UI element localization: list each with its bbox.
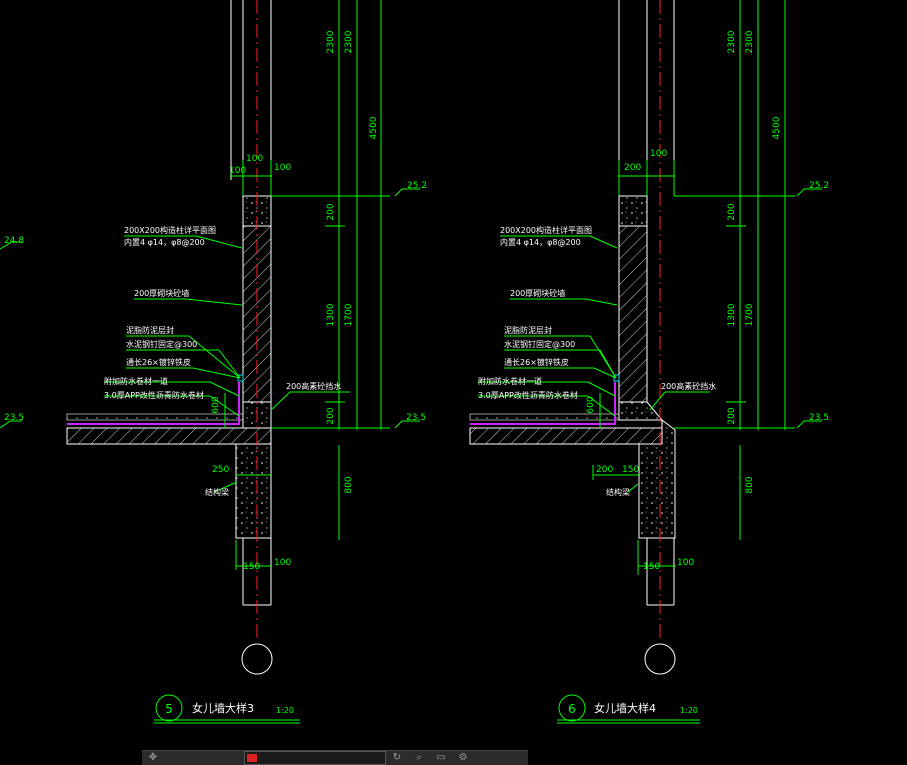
viewer-toolbar: ✥ ↻ ⌕ ▭ ⚙ (142, 750, 528, 765)
detail-5 (0, 0, 420, 724)
dim-text: 150 (243, 562, 260, 572)
level-text: 23.5 (4, 413, 24, 423)
dim-text: 600 (211, 396, 221, 413)
parapet-wall (618, 225, 648, 403)
dim-text: 200 (727, 407, 737, 424)
detail-number: 5 (165, 702, 173, 716)
detail-scale: 1:20 (680, 706, 698, 715)
dim-text: 100 (274, 558, 291, 568)
note-text: 通长26×镀锌铁皮 (504, 357, 569, 367)
dim-text: 150 (643, 562, 660, 572)
note-text: 附加防水卷材一道 (478, 376, 542, 386)
note-text: 200X200构造柱详平面图 (500, 225, 592, 235)
note-text: 水泥钢钉固定@300 (126, 339, 197, 349)
detail-title: 女儿墙大样3 (192, 701, 254, 715)
dim-text: 200 (596, 465, 613, 475)
dim-text: 2300 (745, 30, 755, 53)
level-text: 24.8 (4, 236, 24, 246)
dim-text: 1300 (727, 303, 737, 326)
layer-color-icon (247, 754, 257, 762)
dim-text: 250 (212, 465, 229, 475)
pan-icon[interactable]: ✥ (146, 752, 160, 764)
screed-layer (469, 413, 620, 421)
dim-text: 2300 (326, 30, 336, 53)
note-text: 泥脂防泥层封 (126, 325, 174, 335)
detail-number: 6 (568, 702, 576, 716)
dim-text: 800 (745, 476, 755, 493)
note-text: 3.0厚APP改性沥青防水卷材 (104, 390, 204, 400)
note-text: 3.0厚APP改性沥青防水卷材 (478, 390, 578, 400)
dim-text: 200 (727, 203, 737, 220)
dim-text: 1700 (745, 303, 755, 326)
dim-text: 200 (326, 407, 336, 424)
axis-bubble (644, 643, 676, 675)
cad-drawing[interactable]: 2300 2300 4500 200 1300 1700 200 600 800… (0, 0, 907, 764)
note-text: 200高素砼挡水 (286, 381, 341, 391)
note-text: 泥脂防泥层封 (504, 325, 552, 335)
curb (618, 401, 664, 421)
dim-text: 100 (274, 163, 291, 173)
note-text: 结构梁 (606, 487, 630, 497)
note-text: 内置4 φ14，φ8@200 (124, 237, 205, 247)
dim-text: 150 (622, 465, 639, 475)
coping-beam (618, 195, 648, 227)
dim-text: 1700 (344, 303, 354, 326)
note-text: 结构梁 (205, 487, 229, 497)
level-text: 23.5 (809, 413, 829, 423)
dim-text: 1300 (326, 303, 336, 326)
dim-text: 4500 (369, 116, 379, 139)
level-text: 23.5 (406, 413, 426, 423)
note-text: 水泥钢钉固定@300 (504, 339, 575, 349)
note-text: 200高素砼挡水 (661, 381, 716, 391)
detail-scale: 1:20 (276, 706, 294, 715)
axis-bubble (241, 643, 273, 675)
roof-slab (469, 427, 663, 445)
note-text: 内置4 φ14，φ8@200 (500, 237, 581, 247)
note-text: 通长26×镀锌铁皮 (126, 357, 191, 367)
level-text: 25.2 (809, 181, 829, 191)
dim-text: 200 (326, 203, 336, 220)
zoom-icon[interactable]: ⌕ (412, 752, 426, 764)
dim-text: 100 (650, 149, 667, 159)
layer-field[interactable] (244, 751, 386, 765)
dim-text: 800 (344, 476, 354, 493)
detail-title: 女儿墙大样4 (594, 701, 656, 715)
dim-text: 2300 (344, 30, 354, 53)
rotate-icon[interactable]: ↻ (390, 752, 404, 764)
dim-text: 100 (246, 154, 263, 164)
print-icon[interactable]: ▭ (434, 752, 448, 764)
dim-text: 200 (624, 163, 641, 173)
dim-text: 600 (586, 396, 596, 413)
dim-text: 2300 (727, 30, 737, 53)
note-text: 200X200构造柱详平面图 (124, 225, 216, 235)
level-text: 25.2 (407, 181, 427, 191)
structural-beam (235, 443, 272, 539)
dim-text: 100 (229, 166, 246, 176)
dim-text: 4500 (772, 116, 782, 139)
note-text: 200厚砌块砼墙 (510, 288, 565, 298)
note-text: 200厚砌块砼墙 (134, 288, 189, 298)
roof-slab (66, 427, 272, 445)
dimension-lines (0, 0, 420, 724)
note-text: 附加防水卷材一道 (104, 376, 168, 386)
settings-icon[interactable]: ⚙ (456, 752, 470, 764)
dim-text: 100 (677, 558, 694, 568)
screed-layer (66, 413, 244, 421)
